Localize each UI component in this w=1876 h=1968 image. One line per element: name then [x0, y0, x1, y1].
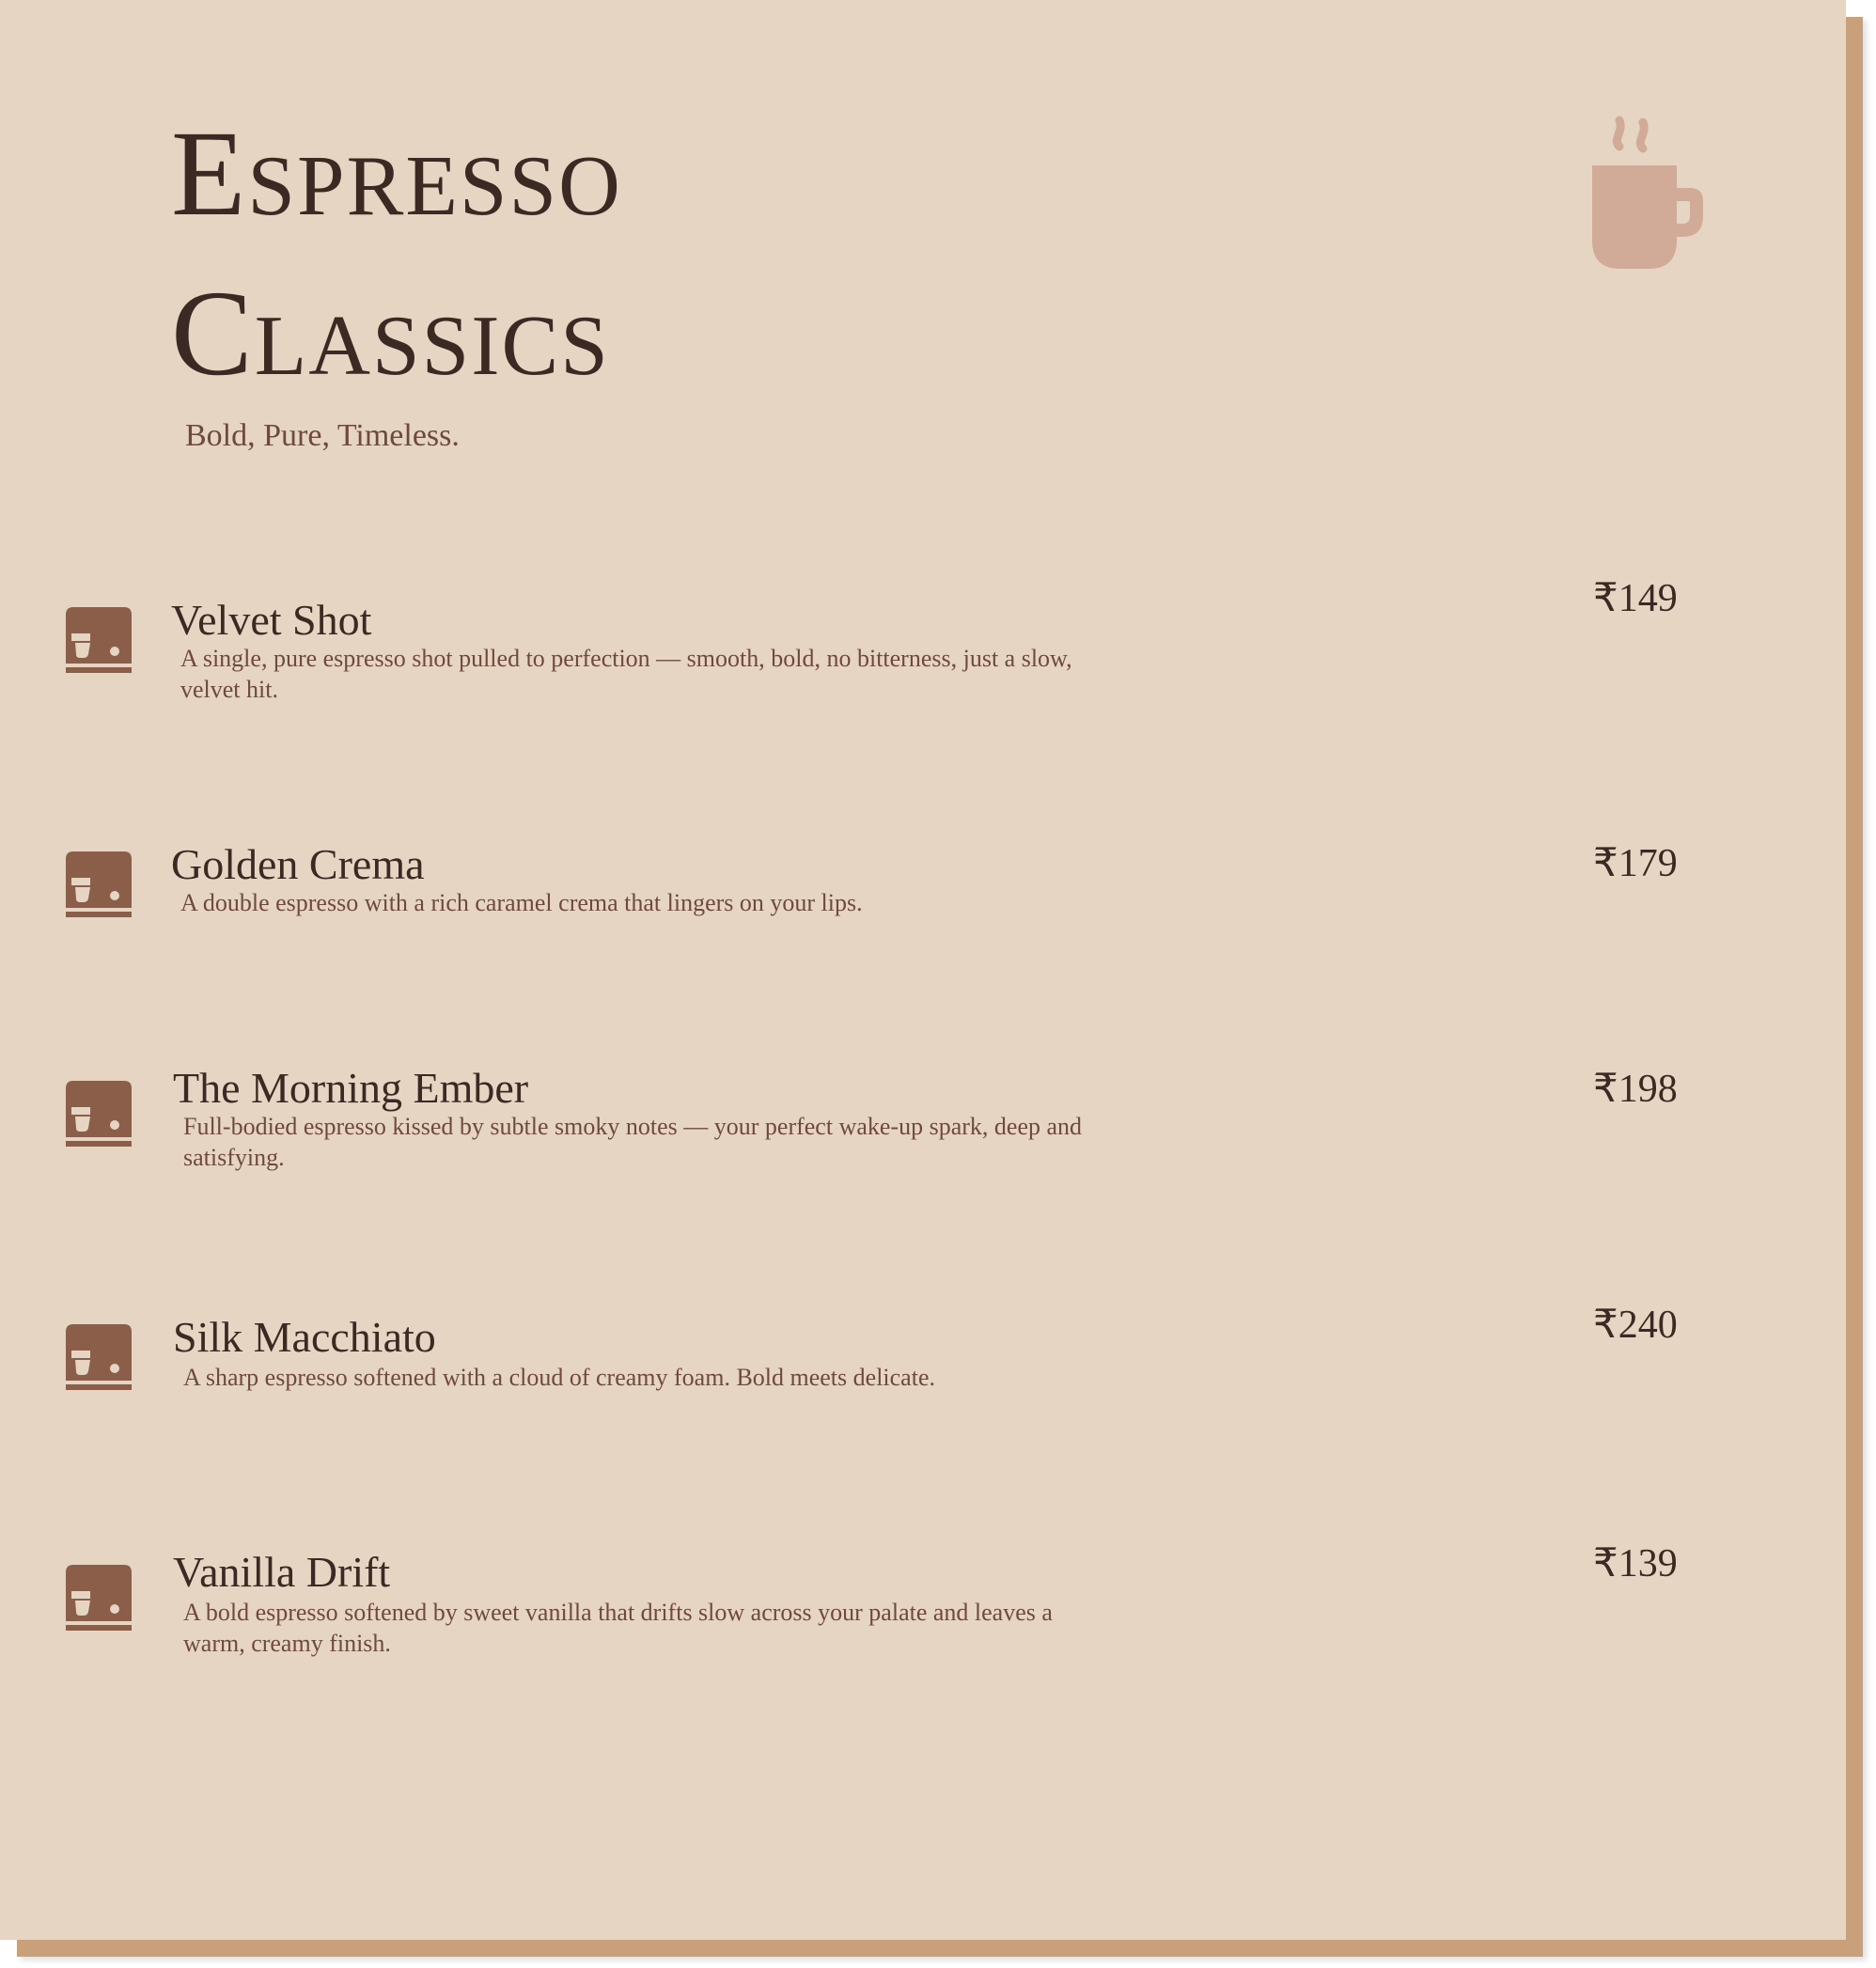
item-price: ₹149 — [1593, 577, 1678, 620]
item-name: Velvet Shot — [171, 596, 372, 644]
espresso-machine-icon — [66, 607, 132, 673]
item-name: The Morning Ember — [173, 1064, 529, 1112]
item-name: Golden Crema — [171, 840, 425, 888]
espresso-machine-icon — [66, 1081, 132, 1147]
espresso-machine-icon — [66, 851, 132, 917]
item-name: Vanilla Drift — [173, 1548, 391, 1596]
tagline: Bold, Pure, Timeless. — [185, 418, 460, 453]
page-title: Espresso Classics — [171, 94, 622, 414]
item-description: A single, pure espresso shot pulled to p… — [180, 645, 1072, 703]
item-price: ₹240 — [1593, 1304, 1678, 1347]
coffee-cup-icon — [1592, 116, 1703, 269]
item-description: A sharp espresso softened with a cloud o… — [183, 1364, 935, 1391]
title-line-2: Classics — [171, 266, 610, 401]
item-description: A double espresso with a rich caramel cr… — [180, 889, 863, 916]
item-description: Full-bodied espresso kissed by subtle sm… — [183, 1113, 1083, 1171]
espresso-machine-icon — [66, 1324, 132, 1390]
espresso-machine-icon — [66, 1565, 132, 1631]
item-description: A bold espresso softened by sweet vanill… — [183, 1599, 1053, 1657]
item-price: ₹198 — [1593, 1068, 1678, 1111]
item-price: ₹139 — [1593, 1542, 1678, 1585]
item-price: ₹179 — [1593, 842, 1678, 885]
title-line-1: Espresso — [171, 106, 622, 242]
item-name: Silk Macchiato — [173, 1313, 436, 1361]
menu-card: Espresso Classics Bold, Pure, Timeless. … — [0, 0, 1846, 1940]
